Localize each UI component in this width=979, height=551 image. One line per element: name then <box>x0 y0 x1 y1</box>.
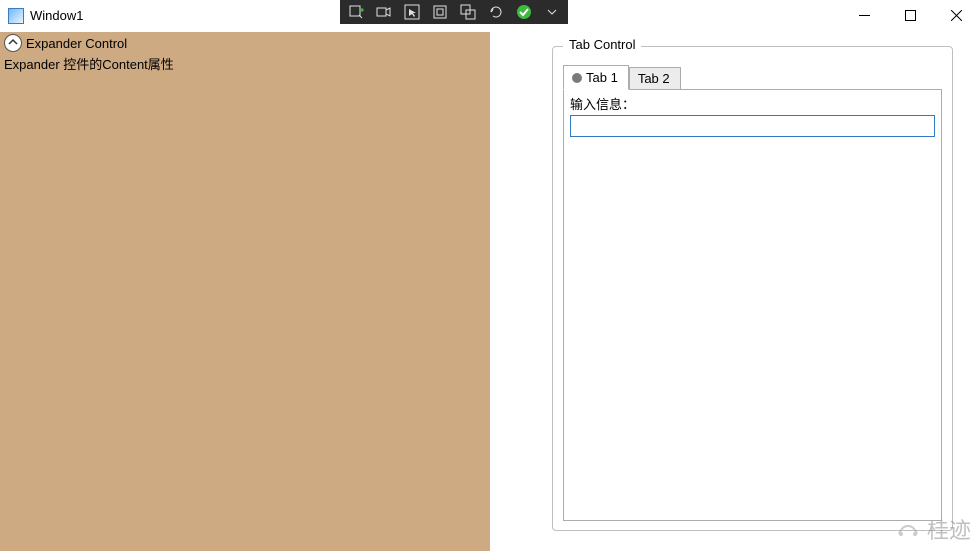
groupbox: Tab Control Tab 1 Tab 2 输入信息： <box>552 46 953 531</box>
content-area: Expander Control Expander 控件的Content属性 T… <box>0 32 979 551</box>
toolbar-dropdown-icon[interactable] <box>540 1 564 23</box>
designer-toolbar <box>340 0 568 24</box>
toolbar-record-icon[interactable] <box>372 1 396 23</box>
expander-header[interactable]: Expander Control <box>0 32 490 54</box>
tab-1-label: Tab 1 <box>586 70 618 85</box>
expander-title: Expander Control <box>26 36 127 51</box>
toolbar-refresh-icon[interactable] <box>484 1 508 23</box>
toolbar-group-icon[interactable] <box>456 1 480 23</box>
close-button[interactable] <box>933 0 979 30</box>
maximize-button[interactable] <box>887 0 933 30</box>
right-pane: Tab Control Tab 1 Tab 2 输入信息： <box>490 32 979 551</box>
window-controls <box>841 0 979 32</box>
tabcontrol: Tab 1 Tab 2 输入信息： <box>563 65 942 521</box>
left-pane: Expander Control Expander 控件的Content属性 <box>0 32 490 551</box>
groupbox-header: Tab Control <box>563 37 641 52</box>
expander-toggle-icon[interactable] <box>4 34 22 52</box>
tab-body: 输入信息： <box>563 89 942 521</box>
toolbar-inspect-icon[interactable] <box>344 1 368 23</box>
tab-headers: Tab 1 Tab 2 <box>563 65 942 90</box>
tab-2-label: Tab 2 <box>638 71 670 86</box>
expander-content: Expander 控件的Content属性 <box>0 54 490 73</box>
app-icon <box>8 8 24 24</box>
input-label: 输入信息： <box>570 94 935 113</box>
toolbar-layout-icon[interactable] <box>428 1 452 23</box>
window-title: Window1 <box>30 8 83 23</box>
toolbar-ok-icon[interactable] <box>512 1 536 23</box>
tab-2[interactable]: Tab 2 <box>629 67 681 90</box>
tab-dot-icon <box>572 73 582 83</box>
input-field[interactable] <box>570 115 935 137</box>
toolbar-select-icon[interactable] <box>400 1 424 23</box>
minimize-button[interactable] <box>841 0 887 30</box>
tab-1[interactable]: Tab 1 <box>563 65 629 90</box>
titlebar: Window1 <box>0 0 979 32</box>
